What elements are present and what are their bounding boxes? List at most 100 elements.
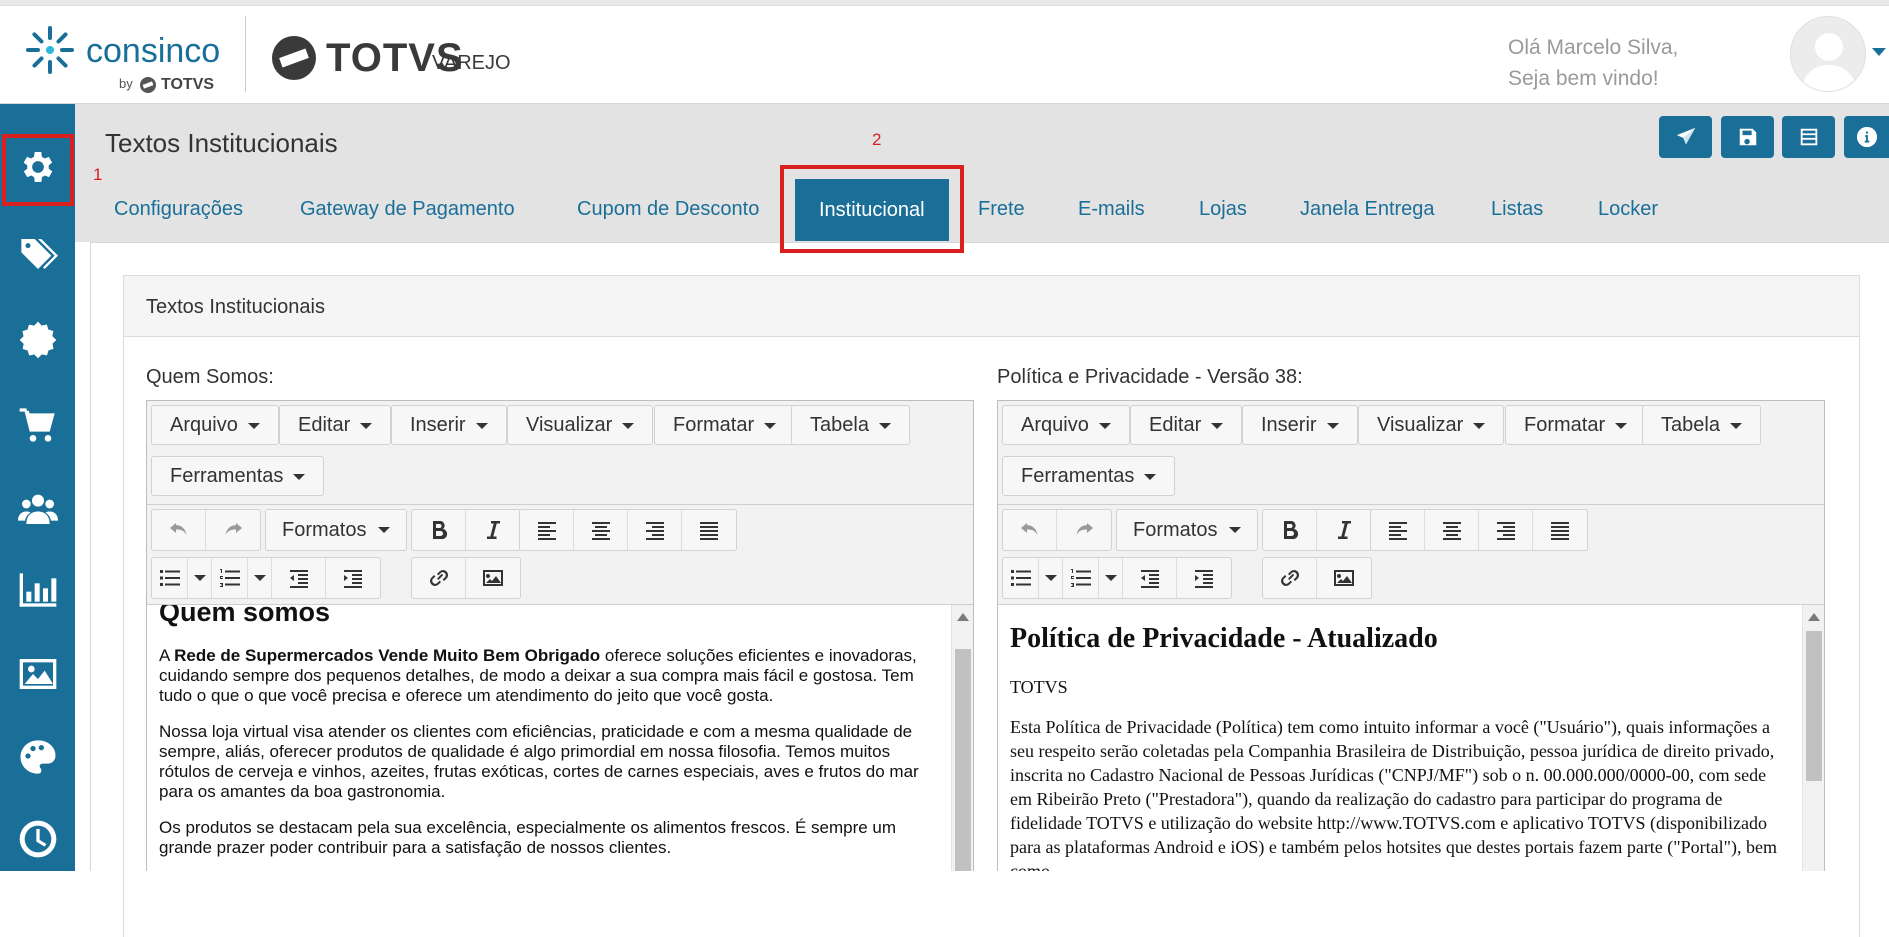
menu-inserir[interactable]: Inserir (1242, 405, 1358, 445)
user-avatar[interactable] (1790, 16, 1866, 92)
sidebar-item-badges[interactable] (0, 307, 75, 373)
link-icon (1280, 570, 1299, 586)
indent-button[interactable] (1177, 558, 1231, 598)
consinco-logo[interactable]: consinco by TOTVS (24, 24, 224, 104)
annotation-marker-2: 2 (872, 130, 882, 149)
menu-label: Ferramentas (170, 465, 284, 487)
editor-content-politica[interactable]: Política de Privacidade - Atualizado TOT… (998, 605, 1824, 871)
totvs-mini-icon (140, 77, 156, 93)
style-group (411, 509, 521, 551)
tab-gateway-pagamento[interactable]: Gateway de Pagamento (300, 198, 515, 221)
numbered-list-dropdown[interactable] (1099, 558, 1123, 598)
italic-button[interactable] (466, 510, 520, 550)
publish-button[interactable] (1659, 116, 1712, 158)
align-left-button[interactable] (1371, 510, 1425, 550)
menu-ferramentas[interactable]: Ferramentas (151, 456, 325, 496)
menu-label: Visualizar (1377, 414, 1464, 436)
menu-formatar[interactable]: Formatar (1505, 405, 1647, 445)
redo-button[interactable] (1057, 510, 1111, 550)
align-justify-icon (700, 522, 718, 540)
outdent-button[interactable] (1123, 558, 1177, 598)
scrollbar-thumb[interactable] (955, 649, 971, 871)
align-left-button[interactable] (520, 510, 574, 550)
numbered-list-dropdown[interactable] (248, 558, 272, 598)
tab-cupom-desconto[interactable]: Cupom de Desconto (577, 198, 759, 221)
tab-listas[interactable]: Listas (1491, 198, 1543, 221)
sidebar-item-promotions[interactable] (0, 221, 75, 287)
editor-content-quem-somos[interactable]: Quem somos A Rede de Supermercados Vende… (147, 605, 973, 871)
info-button[interactable] (1844, 116, 1889, 158)
list-view-button[interactable] (1782, 116, 1835, 158)
paper-plane-icon (1676, 127, 1695, 145)
menu-tabela[interactable]: Tabela (1642, 405, 1761, 445)
bullet-list-button[interactable] (1003, 558, 1039, 598)
link-button[interactable] (412, 558, 466, 598)
doc-paragraph-1: TOTVS (1010, 677, 1068, 697)
page-title: Textos Institucionais (105, 128, 338, 158)
menu-visualizar[interactable]: Visualizar (1358, 405, 1505, 445)
formats-dropdown[interactable]: Formatos (1116, 509, 1258, 551)
tab-frete[interactable]: Frete (978, 198, 1025, 221)
align-center-button[interactable] (1425, 510, 1479, 550)
align-right-button[interactable] (628, 510, 682, 550)
image-button[interactable] (466, 558, 520, 598)
scroll-up-icon[interactable] (1808, 613, 1820, 621)
caret-down-icon (1104, 575, 1117, 581)
menu-editar[interactable]: Editar (1130, 405, 1243, 445)
numbered-list-button[interactable] (1063, 558, 1099, 598)
italic-button[interactable] (1317, 510, 1371, 550)
bullet-list-dropdown[interactable] (188, 558, 212, 598)
sidebar-item-history[interactable] (0, 806, 75, 872)
tab-locker[interactable]: Locker (1598, 198, 1658, 221)
sidebar-item-banners[interactable] (0, 641, 75, 707)
align-right-button[interactable] (1479, 510, 1533, 550)
menu-tabela[interactable]: Tabela (791, 405, 910, 445)
menu-arquivo[interactable]: Arquivo (151, 405, 279, 445)
align-center-button[interactable] (574, 510, 628, 550)
editor-scrollbar[interactable] (951, 605, 973, 871)
bold-button[interactable] (412, 510, 466, 550)
tab-configuracoes[interactable]: Configurações (114, 198, 243, 221)
numbered-list-button[interactable] (212, 558, 248, 598)
redo-icon (1076, 523, 1093, 535)
totvs-varejo-logo[interactable]: TOTVS VAREJO (270, 34, 511, 84)
outdent-button[interactable] (272, 558, 326, 598)
numbered-list-icon (219, 569, 240, 587)
menu-ferramentas[interactable]: Ferramentas (1002, 456, 1176, 496)
sidebar-item-reports[interactable] (0, 557, 75, 623)
list-icon (1800, 128, 1817, 146)
menu-editar[interactable]: Editar (279, 405, 392, 445)
scrollbar-thumb[interactable] (1806, 631, 1822, 781)
greeting-line-1: Olá Marcelo Silva, (1508, 36, 1679, 59)
save-button[interactable] (1721, 116, 1774, 158)
sidebar (0, 104, 75, 871)
align-justify-button[interactable] (1533, 510, 1587, 550)
tab-janela-entrega[interactable]: Janela Entrega (1300, 198, 1435, 221)
redo-button[interactable] (206, 510, 260, 550)
scroll-up-icon[interactable] (957, 613, 969, 621)
image-button[interactable] (1317, 558, 1371, 598)
menu-visualizar[interactable]: Visualizar (507, 405, 654, 445)
menu-inserir[interactable]: Inserir (391, 405, 507, 445)
formats-button[interactable]: Formatos (1117, 510, 1257, 550)
editor-scrollbar[interactable] (1802, 605, 1824, 871)
menu-arquivo[interactable]: Arquivo (1002, 405, 1130, 445)
sidebar-item-themes[interactable] (0, 724, 75, 790)
tab-emails[interactable]: E-mails (1078, 198, 1145, 221)
formats-dropdown[interactable]: Formatos (265, 509, 407, 551)
bullet-list-dropdown[interactable] (1039, 558, 1063, 598)
link-button[interactable] (1263, 558, 1317, 598)
menu-formatar[interactable]: Formatar (654, 405, 796, 445)
sidebar-item-customers[interactable] (0, 476, 75, 542)
bold-button[interactable] (1263, 510, 1317, 550)
bullet-list-button[interactable] (152, 558, 188, 598)
tab-lojas[interactable]: Lojas (1199, 198, 1247, 221)
annotation-box-1 (2, 134, 74, 206)
undo-button[interactable] (152, 510, 206, 550)
sidebar-item-orders[interactable] (0, 392, 75, 458)
align-justify-button[interactable] (682, 510, 736, 550)
indent-button[interactable] (326, 558, 380, 598)
formats-button[interactable]: Formatos (266, 510, 406, 550)
undo-button[interactable] (1003, 510, 1057, 550)
user-menu-caret-icon[interactable] (1872, 48, 1886, 56)
